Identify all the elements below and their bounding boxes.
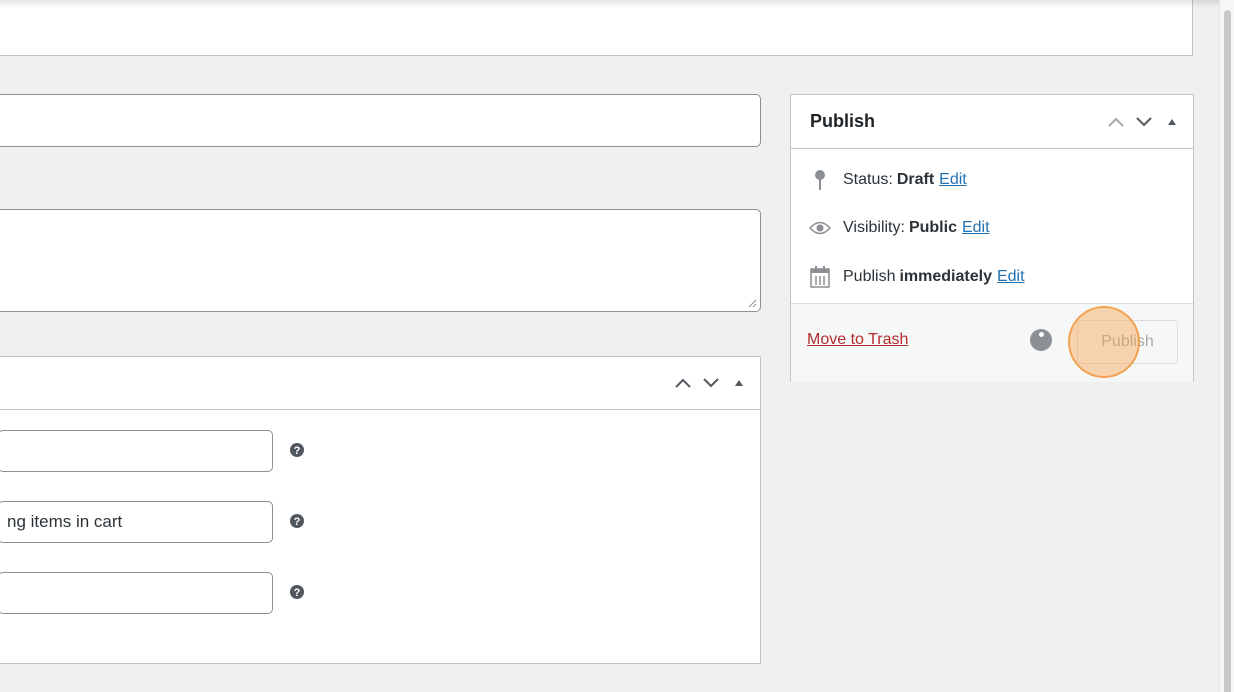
toggle-panel-button[interactable] xyxy=(726,370,752,396)
publish-box: Publish Status: Draft Edit Visibility: P… xyxy=(790,94,1194,382)
status-label: Status: xyxy=(843,171,893,188)
edit-visibility-link[interactable]: Edit xyxy=(962,219,990,237)
chevron-up-icon xyxy=(675,378,691,388)
visibility-row: Visibility: Public Edit xyxy=(809,216,990,240)
edit-status-link[interactable]: Edit xyxy=(939,171,967,189)
visibility-label: Visibility: xyxy=(843,219,905,236)
metabox-header xyxy=(0,357,760,410)
status-row: Status: Draft Edit xyxy=(809,168,967,192)
scrollbar-track[interactable] xyxy=(1219,0,1234,692)
editor-page: ? ? ? Publish xyxy=(0,0,1234,692)
publish-button[interactable]: Publish xyxy=(1077,320,1178,364)
svg-text:?: ? xyxy=(294,445,301,457)
calendar-icon xyxy=(809,266,831,288)
toggle-panel-button[interactable] xyxy=(1159,109,1185,135)
svg-text:?: ? xyxy=(294,587,301,599)
move-to-trash-link[interactable]: Move to Trash xyxy=(807,331,908,349)
publish-title: Publish xyxy=(810,111,876,131)
chevron-up-icon xyxy=(1108,117,1124,127)
scrollbar-thumb[interactable] xyxy=(1224,10,1231,692)
spinner-icon xyxy=(1030,329,1052,351)
svg-text:?: ? xyxy=(294,516,301,528)
publish-handle-actions xyxy=(1103,95,1193,148)
text-field-2[interactable] xyxy=(0,501,273,543)
help-icon[interactable]: ? xyxy=(289,584,305,600)
move-down-button[interactable] xyxy=(698,370,724,396)
visibility-value: Public xyxy=(908,219,957,236)
metabox-handle-actions xyxy=(670,357,760,409)
eye-icon xyxy=(809,217,831,239)
move-up-button[interactable] xyxy=(1103,109,1129,135)
text-field-1[interactable] xyxy=(0,430,273,472)
publish-header: Publish xyxy=(791,95,1193,149)
triangle-up-icon xyxy=(735,380,743,386)
status-value: Draft xyxy=(896,171,935,188)
move-down-button[interactable] xyxy=(1131,109,1157,135)
pin-icon xyxy=(809,169,831,191)
title-input[interactable] xyxy=(0,94,761,147)
triangle-up-icon xyxy=(1168,118,1176,125)
top-panel xyxy=(0,0,1193,56)
resize-grip-icon[interactable] xyxy=(747,298,757,308)
chevron-down-icon xyxy=(703,378,719,388)
text-field-3[interactable] xyxy=(0,572,273,614)
chevron-down-icon xyxy=(1136,116,1152,126)
schedule-value: immediately xyxy=(899,268,992,285)
top-shadow xyxy=(0,0,1234,8)
publish-actions: Move to Trash Publish xyxy=(791,303,1193,382)
edit-schedule-link[interactable]: Edit xyxy=(997,268,1025,286)
description-textarea[interactable] xyxy=(0,209,761,312)
help-icon[interactable]: ? xyxy=(289,513,305,529)
move-up-button[interactable] xyxy=(670,370,696,396)
help-icon[interactable]: ? xyxy=(289,442,305,458)
schedule-label: Publish xyxy=(843,268,896,285)
schedule-row: Publish immediately Edit xyxy=(809,265,1025,289)
